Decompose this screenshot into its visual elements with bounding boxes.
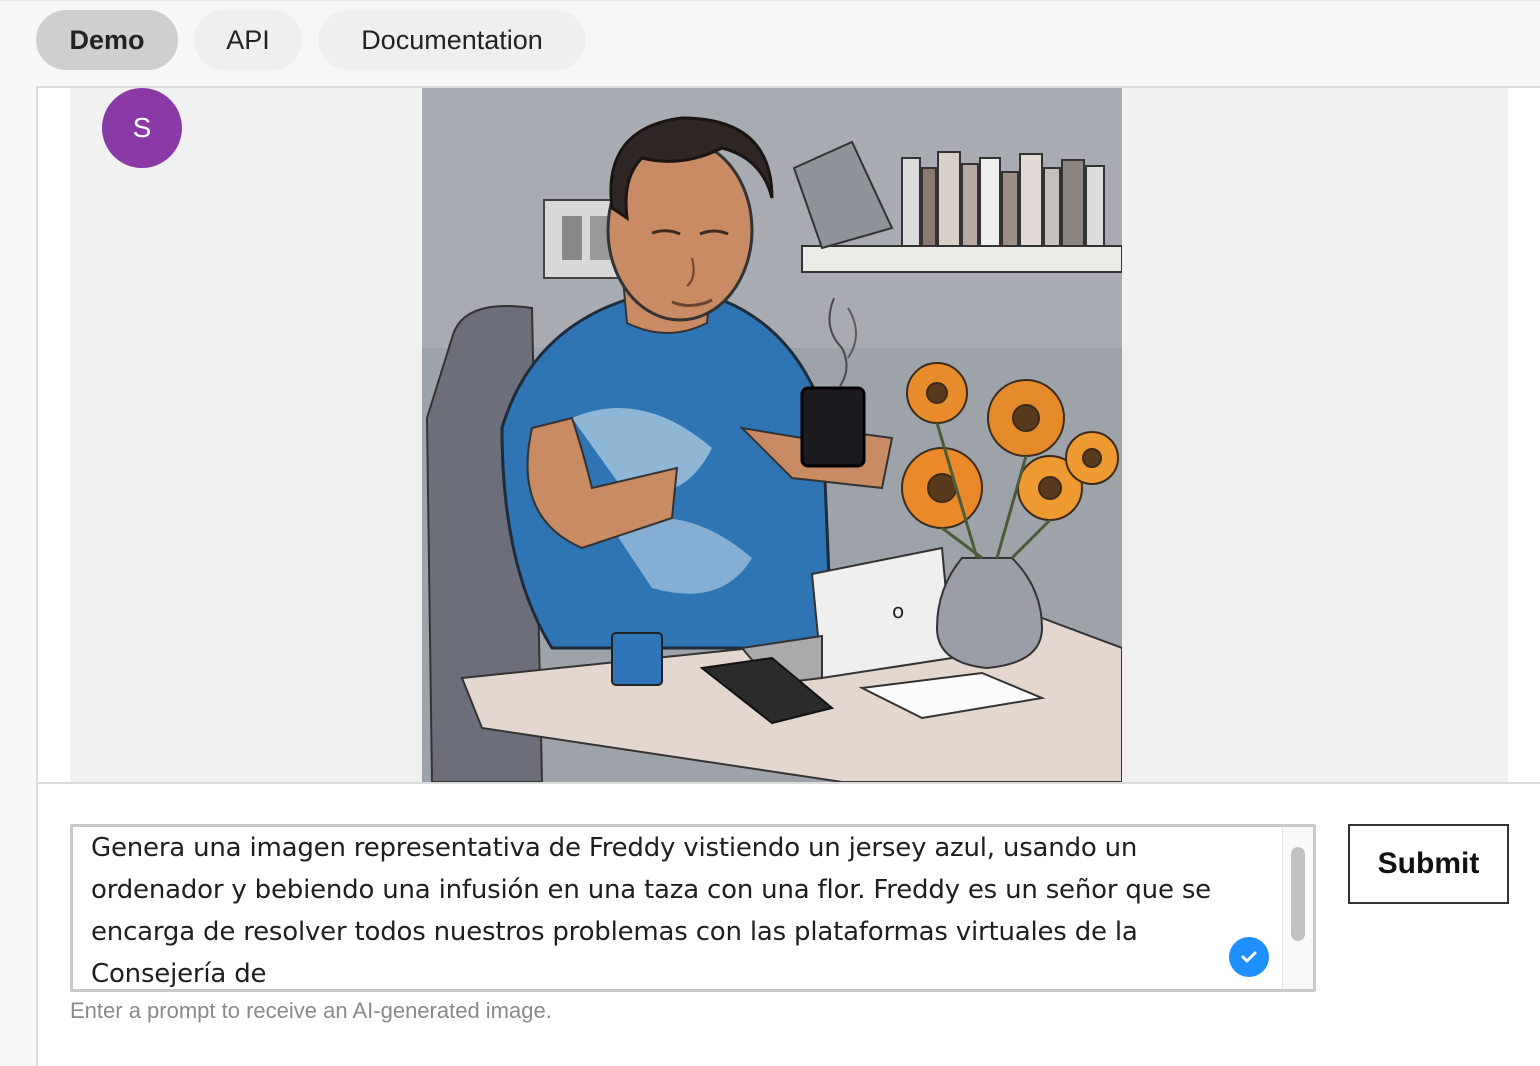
check-icon bbox=[1229, 937, 1269, 977]
tab-demo[interactable]: Demo bbox=[36, 10, 178, 70]
prompt-input[interactable]: Genera una imagen representativa de Fred… bbox=[70, 824, 1316, 992]
tab-bar: Demo API Documentation bbox=[36, 10, 586, 70]
generated-image-illustration: o bbox=[422, 88, 1122, 782]
tab-documentation[interactable]: Documentation bbox=[318, 10, 586, 70]
prompt-helper-text: Enter a prompt to receive an AI-generate… bbox=[70, 998, 552, 1023]
top-border bbox=[0, 0, 1540, 2]
avatar: S bbox=[102, 88, 182, 168]
chat-area[interactable]: S o bbox=[70, 88, 1508, 782]
prompt-text[interactable]: Genera una imagen representativa de Fred… bbox=[91, 827, 1251, 987]
prompt-scrollbar[interactable] bbox=[1282, 827, 1313, 989]
tab-api[interactable]: API bbox=[194, 10, 302, 70]
generated-image: o bbox=[422, 88, 1122, 782]
panel-divider bbox=[36, 782, 1540, 784]
svg-text:o: o bbox=[892, 599, 904, 623]
submit-button[interactable]: Submit bbox=[1348, 824, 1509, 904]
scrollbar-thumb[interactable] bbox=[1291, 847, 1305, 941]
